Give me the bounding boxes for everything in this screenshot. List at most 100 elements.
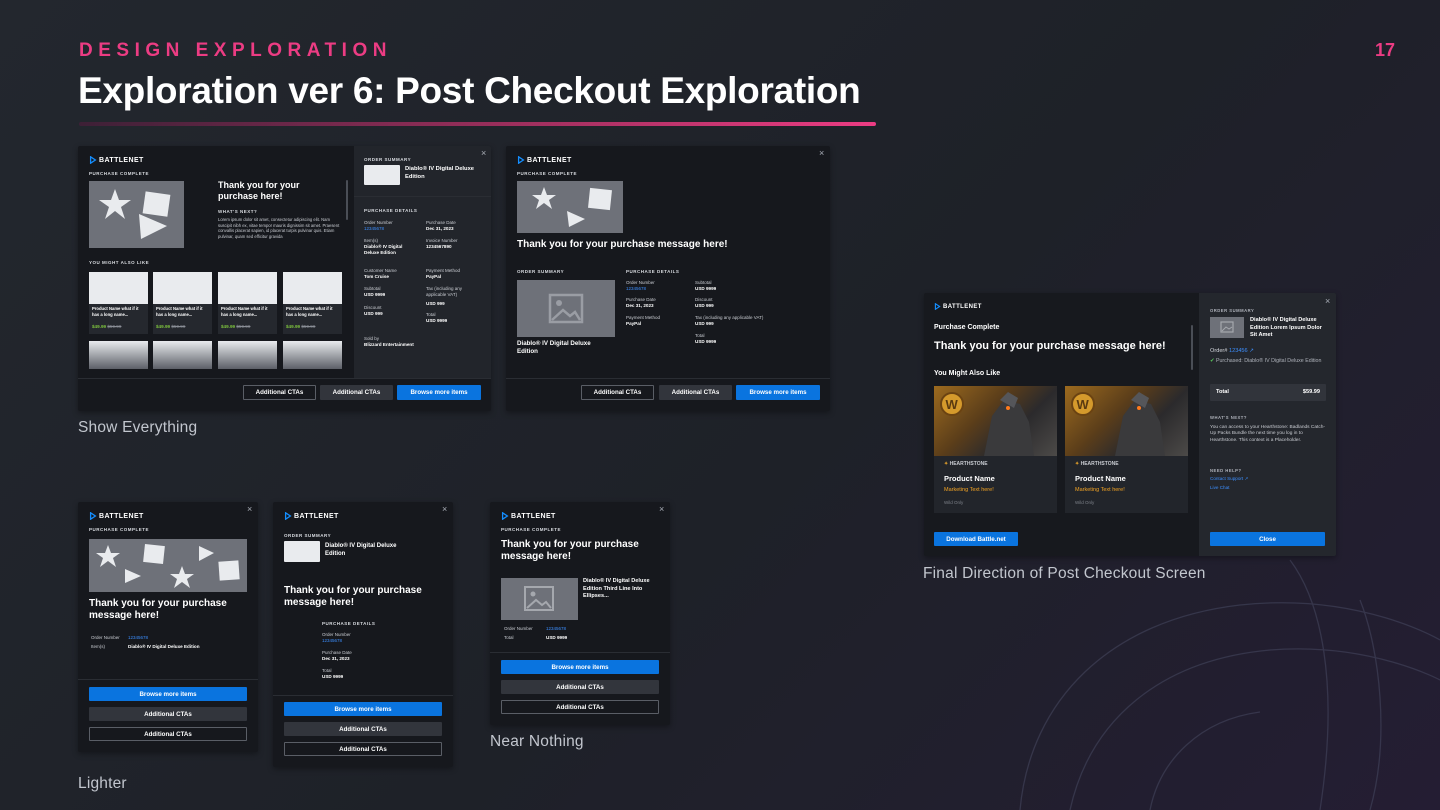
caption-show-everything: Show Everything: [78, 419, 198, 436]
product-artwork: W: [1065, 386, 1188, 456]
order-summary-label: ORDER SUMMARY: [1210, 308, 1255, 313]
close-icon[interactable]: ×: [659, 505, 664, 514]
you-might-also-like-heading: You Might Also Like: [934, 370, 1001, 377]
order-number-link[interactable]: 12345678: [546, 626, 566, 632]
svg-text:W: W: [1077, 397, 1090, 412]
contact-support-link[interactable]: Contact Support ↗: [1210, 476, 1248, 482]
product-thumbnail: [284, 541, 320, 562]
additional-cta-button[interactable]: Additional CTAs: [659, 385, 732, 400]
image-icon: [548, 293, 584, 324]
additional-cta-button[interactable]: Additional CTAs: [501, 700, 659, 714]
check-icon: ✔: [1210, 358, 1215, 364]
order-summary-label: ORDER SUMMARY: [284, 533, 332, 538]
additional-cta-button[interactable]: Additional CTAs: [89, 727, 247, 741]
close-icon[interactable]: ×: [819, 149, 824, 158]
image-icon: [524, 586, 554, 611]
total-label: Total: [1216, 389, 1229, 395]
battlenet-icon: [89, 512, 97, 520]
product-tag: Wild Only: [944, 500, 964, 505]
scrollbar[interactable]: [1191, 325, 1193, 370]
purchase-complete-label: PURCHASE COMPLETE: [501, 527, 562, 532]
page-number: 17: [1374, 40, 1395, 60]
browse-more-button[interactable]: Browse more items: [501, 660, 659, 674]
thank-you-heading: Thank you for your purchase message here…: [501, 539, 639, 562]
product-name: Diablo® IV Digital Deluxe Edition Third …: [583, 578, 650, 600]
purchase-date: Dec 31, 2023: [426, 226, 454, 231]
purchase-details-label: PURCHASE DETAILS: [364, 208, 418, 213]
summary-product-name: Diablo® IV Digital Deluxe Edition Lorem …: [1250, 317, 1322, 339]
items-value: Diablo® IV Digital Deluxe Edition: [364, 244, 403, 256]
purchase-date: Dec 31, 2023: [322, 656, 350, 661]
product-image-placeholder: [501, 578, 578, 620]
total-value: USD 9999: [695, 339, 717, 344]
close-button[interactable]: Close: [1210, 532, 1325, 546]
total-value: $59.99: [1302, 389, 1320, 395]
whats-next-label: WHAT'S NEXT?: [1210, 415, 1247, 420]
browse-more-button[interactable]: Browse more items: [736, 385, 820, 400]
title-underline: [79, 122, 876, 126]
product-name: Product Name what if it has a long name.…: [221, 306, 268, 317]
product-image-placeholder: [89, 181, 184, 248]
product-name: Diablo® IV Digital Deluxe Edition: [517, 340, 591, 356]
need-help-label: NEED HELP?: [1210, 468, 1242, 473]
product-price: $49.99 $59.99: [286, 324, 316, 329]
close-icon[interactable]: ×: [247, 505, 252, 514]
additional-cta-button[interactable]: Additional CTAs: [284, 722, 442, 736]
order-number-link[interactable]: 12345678: [626, 286, 646, 292]
battlenet-logo: BATTLENET: [284, 512, 339, 520]
battlenet-logo: BATTLENET: [89, 156, 144, 164]
live-chat-link[interactable]: Live Chat: [1210, 485, 1229, 491]
browse-more-button[interactable]: Browse more items: [89, 687, 247, 701]
whats-next-label: WHAT'S NEXT?: [218, 209, 258, 214]
browse-more-button[interactable]: Browse more items: [284, 702, 442, 716]
scrollbar[interactable]: [346, 180, 348, 220]
total-value: USD 9999: [426, 318, 448, 323]
battlenet-logo: BATTLENET: [934, 303, 982, 310]
purchase-complete-label: PURCHASE COMPLETE: [89, 527, 150, 532]
product-card[interactable]: Product Name what if it has a long name.…: [89, 272, 148, 334]
order-number-link[interactable]: 12345678: [322, 638, 342, 644]
summary-product-name: Diablo® IV Digital Deluxe Edition: [325, 543, 397, 558]
product-card[interactable]: W ✦ HEARTHSTONE Product Name Marketing T…: [934, 386, 1057, 513]
additional-cta-button[interactable]: Additional CTAs: [320, 385, 393, 400]
purchase-details-label: PURCHASE DETAILS: [322, 621, 376, 626]
additional-cta-button[interactable]: Additional CTAs: [89, 707, 247, 721]
product-thumbnail: [1210, 317, 1244, 338]
product-image-placeholder: [517, 280, 615, 337]
purchase-complete-title: Purchase Complete: [934, 324, 1000, 331]
browse-more-button[interactable]: Browse more items: [397, 385, 481, 400]
sold-by-value: Blizzard Entertainment: [364, 342, 414, 347]
close-icon[interactable]: ×: [1325, 297, 1330, 306]
additional-cta-button[interactable]: Additional CTAs: [501, 680, 659, 694]
order-number: Order# 123456 ↗: [1210, 348, 1254, 354]
hearthstone-icon: ✦: [1075, 461, 1080, 467]
order-number-link[interactable]: 123456: [1229, 348, 1248, 354]
whats-next-text: You can access to your Hearthstone: Badl…: [1210, 425, 1326, 443]
battlenet-icon: [517, 156, 525, 164]
shapes-graphic: [96, 544, 240, 588]
product-price: $49.99 $59.99: [92, 324, 122, 329]
order-number-link[interactable]: 12345678: [364, 226, 384, 232]
product-card[interactable]: Product Name what if it has a long name.…: [153, 272, 212, 334]
additional-cta-button[interactable]: Additional CTAs: [284, 742, 442, 756]
order-number-link[interactable]: 12345678: [128, 635, 148, 641]
purchase-date: Dec 31, 2023: [626, 303, 654, 308]
product-card[interactable]: Product Name what if it has a long name.…: [283, 272, 342, 334]
subtotal-value: USD 9999: [364, 292, 386, 297]
download-battlenet-button[interactable]: Download Battle.net: [934, 532, 1018, 546]
game-tag: ✦ HEARTHSTONE: [1075, 461, 1119, 467]
close-icon[interactable]: ×: [442, 505, 447, 514]
order-summary-column: × ORDER SUMMARY Diablo® IV Digital Delux…: [354, 146, 491, 378]
additional-cta-button[interactable]: Additional CTAs: [243, 385, 316, 400]
product-card[interactable]: Product Name what if it has a long name.…: [218, 272, 277, 334]
order-summary-label: ORDER SUMMARY: [517, 269, 565, 274]
battlenet-logo: BATTLENET: [89, 512, 144, 520]
close-icon[interactable]: ×: [481, 149, 486, 158]
marketing-text: Marketing Text here!: [1075, 487, 1125, 493]
product-name: Product Name what if it has a long name.…: [286, 306, 333, 317]
invoice-number: 1234567890: [426, 244, 452, 249]
product-card[interactable]: W ✦ HEARTHSTONE Product Name Marketing T…: [1065, 386, 1188, 513]
footer-divider: [78, 679, 258, 680]
additional-cta-button[interactable]: Additional CTAs: [581, 385, 654, 400]
footer-divider: [78, 378, 491, 379]
